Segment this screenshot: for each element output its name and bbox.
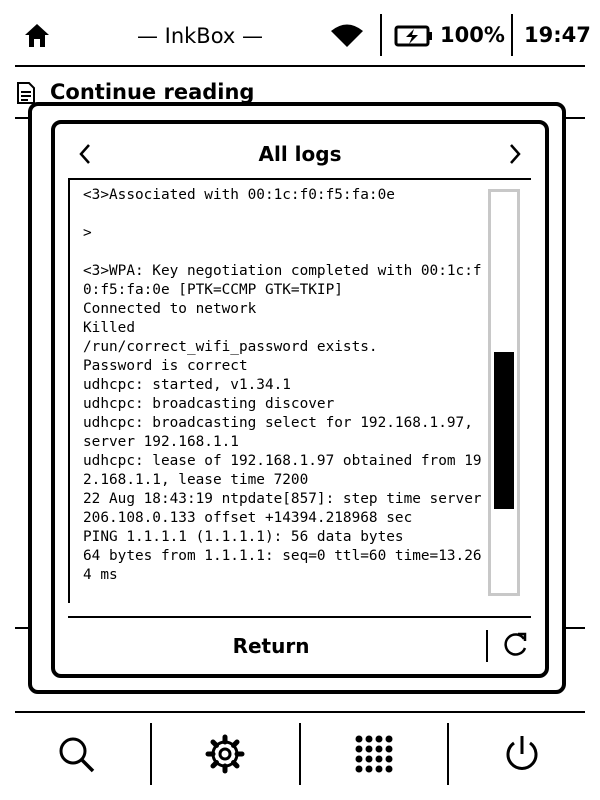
refresh-icon[interactable] [500,630,530,660]
dock-separator [447,723,449,785]
status-bar-divider [15,65,585,67]
scrollbar-thumb[interactable] [494,352,514,509]
chevron-right-icon[interactable] [503,140,527,168]
status-bar: — InkBox — 100% 19:47 [0,0,600,70]
device-name: — InkBox — [136,24,264,48]
bottom-dock [0,713,600,800]
clock: 19:47 [524,23,591,47]
dialog-footer-divider [68,616,531,618]
search-icon[interactable] [56,734,96,774]
footer-divider [486,630,488,662]
wifi-icon[interactable] [330,22,364,48]
log-scrollbar[interactable] [488,189,520,596]
apps-grid-icon[interactable] [354,734,394,774]
battery-charging-icon [394,25,432,47]
return-button[interactable]: Return [68,628,474,664]
chevron-left-icon[interactable] [73,140,97,168]
dock-separator [150,723,152,785]
battery-level: 100% [440,23,505,47]
power-icon[interactable] [502,734,542,774]
log-text-area[interactable]: <3>Associated with 00:1c:f0:f5:fa:0e > <… [68,178,531,603]
gear-icon[interactable] [205,734,245,774]
home-icon[interactable] [22,20,52,50]
status-divider [511,14,513,56]
status-divider [380,14,382,56]
dock-separator [299,723,301,785]
dialog-title: All logs [258,142,342,166]
document-icon [17,82,35,104]
log-text: <3>Associated with 00:1c:f0:f5:fa:0e > <… [83,187,482,583]
